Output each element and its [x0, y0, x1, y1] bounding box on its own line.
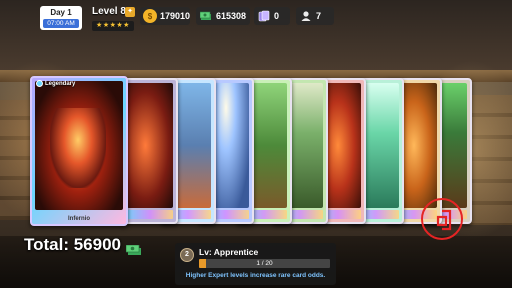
expert-progress-text: 1 / 20 — [256, 260, 273, 267]
expert-progress-bar: 1 / 20 — [199, 259, 330, 268]
rarity-icon — [36, 80, 43, 87]
expert-level-panel: 2 Lv: Apprentice 1 / 20 Higher Expert le… — [175, 243, 336, 285]
card-name: Infernio — [68, 216, 90, 222]
card[interactable] — [122, 78, 178, 224]
card-featured[interactable]: Legendary Infernio — [30, 76, 128, 226]
cash-icon — [125, 240, 142, 255]
exit-button[interactable] — [421, 198, 463, 240]
expert-hint: Higher Expert levels increase rare card … — [185, 272, 326, 279]
creature-art — [50, 108, 106, 188]
rarity-label: Legendary — [45, 81, 76, 88]
expert-level-label: Lv: Apprentice — [199, 247, 259, 257]
expert-badge: 2 — [180, 248, 194, 262]
total-value: Total: 56900 — [24, 235, 122, 254]
exit-door-icon — [436, 208, 452, 232]
card-footer — [127, 210, 173, 219]
rarity-tag: Legendary — [36, 80, 75, 87]
pack-total: Total: 56900 — [24, 235, 142, 255]
card-art — [127, 83, 173, 208]
